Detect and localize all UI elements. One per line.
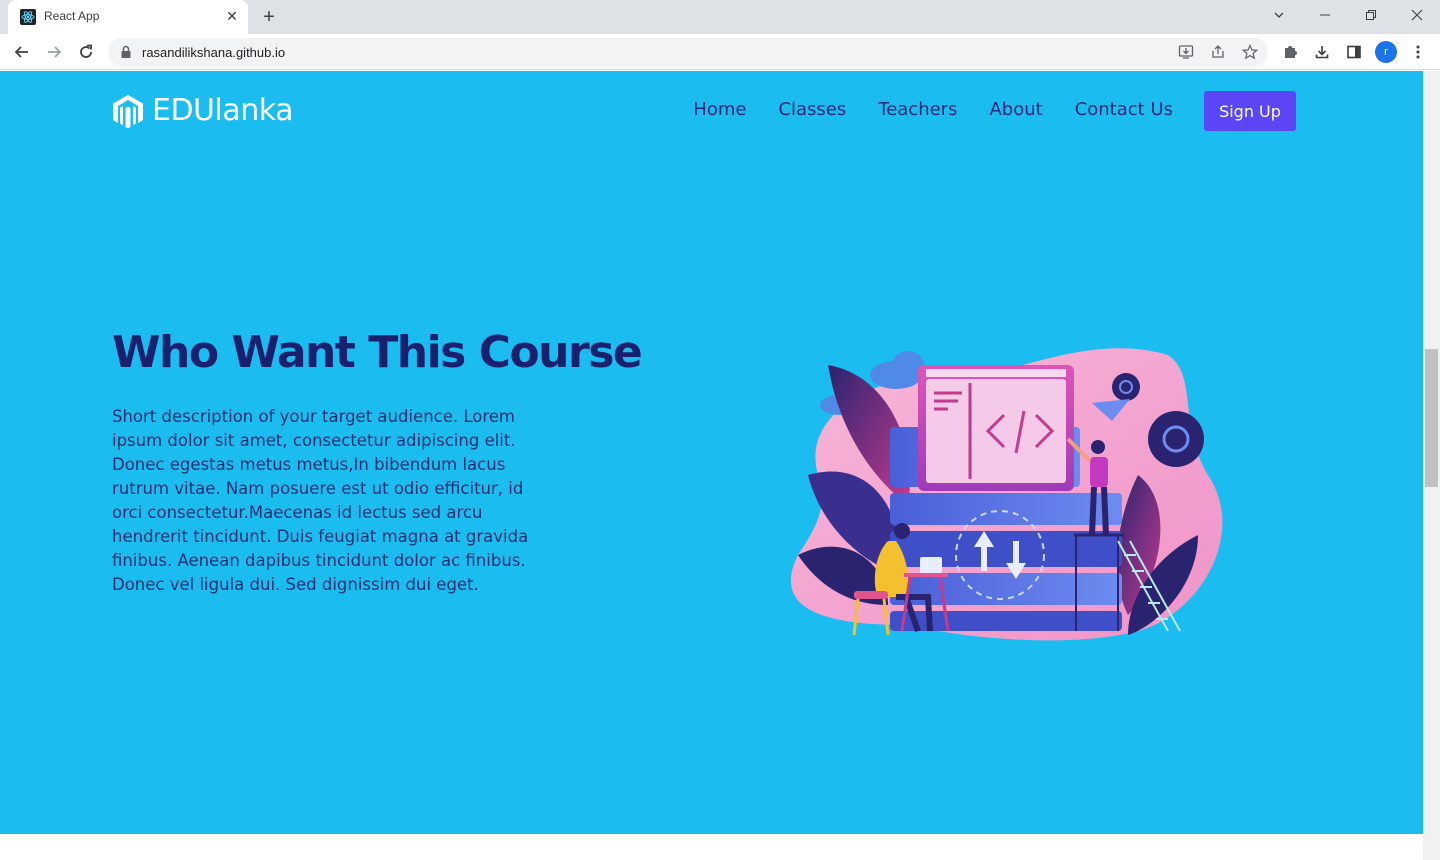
- browser-tab[interactable]: React App ✕: [8, 0, 248, 34]
- nav-link-contact[interactable]: Contact Us: [1075, 99, 1173, 120]
- tab-title: React App: [44, 9, 100, 23]
- react-favicon: [20, 9, 36, 25]
- page-viewport: EDUlanka Home Classes Teachers About Con…: [0, 71, 1423, 860]
- avatar[interactable]: r: [1375, 41, 1397, 63]
- kebab-menu-icon[interactable]: [1408, 42, 1428, 62]
- page-title: Who Want This Course: [112, 327, 643, 378]
- scrollbar[interactable]: [1423, 71, 1440, 860]
- brand[interactable]: EDUlanka: [112, 93, 293, 128]
- nav-link-about[interactable]: About: [989, 99, 1042, 120]
- coding-illustration: [790, 348, 1223, 641]
- nav-link-classes[interactable]: Classes: [778, 99, 846, 120]
- url-text: rasandilikshana.github.io: [142, 45, 286, 60]
- nav-link-home[interactable]: Home: [693, 99, 746, 120]
- puzzle-icon[interactable]: [1280, 42, 1300, 62]
- forward-arrow-icon[interactable]: [40, 38, 68, 66]
- browser-tab-strip: React App ✕ +: [0, 0, 1440, 34]
- window-close-icon[interactable]: [1394, 0, 1440, 30]
- tab-search-icon[interactable]: [1256, 0, 1302, 30]
- main-nav: Home Classes Teachers About Contact Us: [693, 99, 1173, 120]
- download-icon[interactable]: [1312, 42, 1332, 62]
- close-icon[interactable]: ✕: [224, 8, 240, 24]
- minimize-icon[interactable]: [1302, 0, 1348, 30]
- back-arrow-icon[interactable]: [8, 38, 36, 66]
- nav-link-teachers[interactable]: Teachers: [878, 99, 957, 120]
- reload-icon[interactable]: [72, 38, 100, 66]
- restore-icon[interactable]: [1348, 0, 1394, 30]
- hero-section: EDUlanka Home Classes Teachers About Con…: [0, 71, 1423, 834]
- plus-icon[interactable]: +: [258, 6, 280, 28]
- sidepanel-icon[interactable]: [1344, 42, 1364, 62]
- address-bar[interactable]: rasandilikshana.github.io: [108, 38, 1268, 66]
- edu-logo-icon: [113, 94, 143, 128]
- scrollbar-thumb[interactable]: [1425, 349, 1438, 487]
- lock-icon: [121, 45, 131, 58]
- star-icon[interactable]: [1242, 44, 1258, 60]
- hero-description: Short description of your target audienc…: [112, 407, 529, 594]
- browser-toolbar: rasandilikshana.github.io r: [0, 34, 1440, 70]
- install-icon[interactable]: [1178, 44, 1194, 60]
- brand-name: EDUlanka: [152, 93, 293, 128]
- sign-up-button[interactable]: Sign Up: [1204, 91, 1296, 131]
- share-icon[interactable]: [1210, 44, 1226, 60]
